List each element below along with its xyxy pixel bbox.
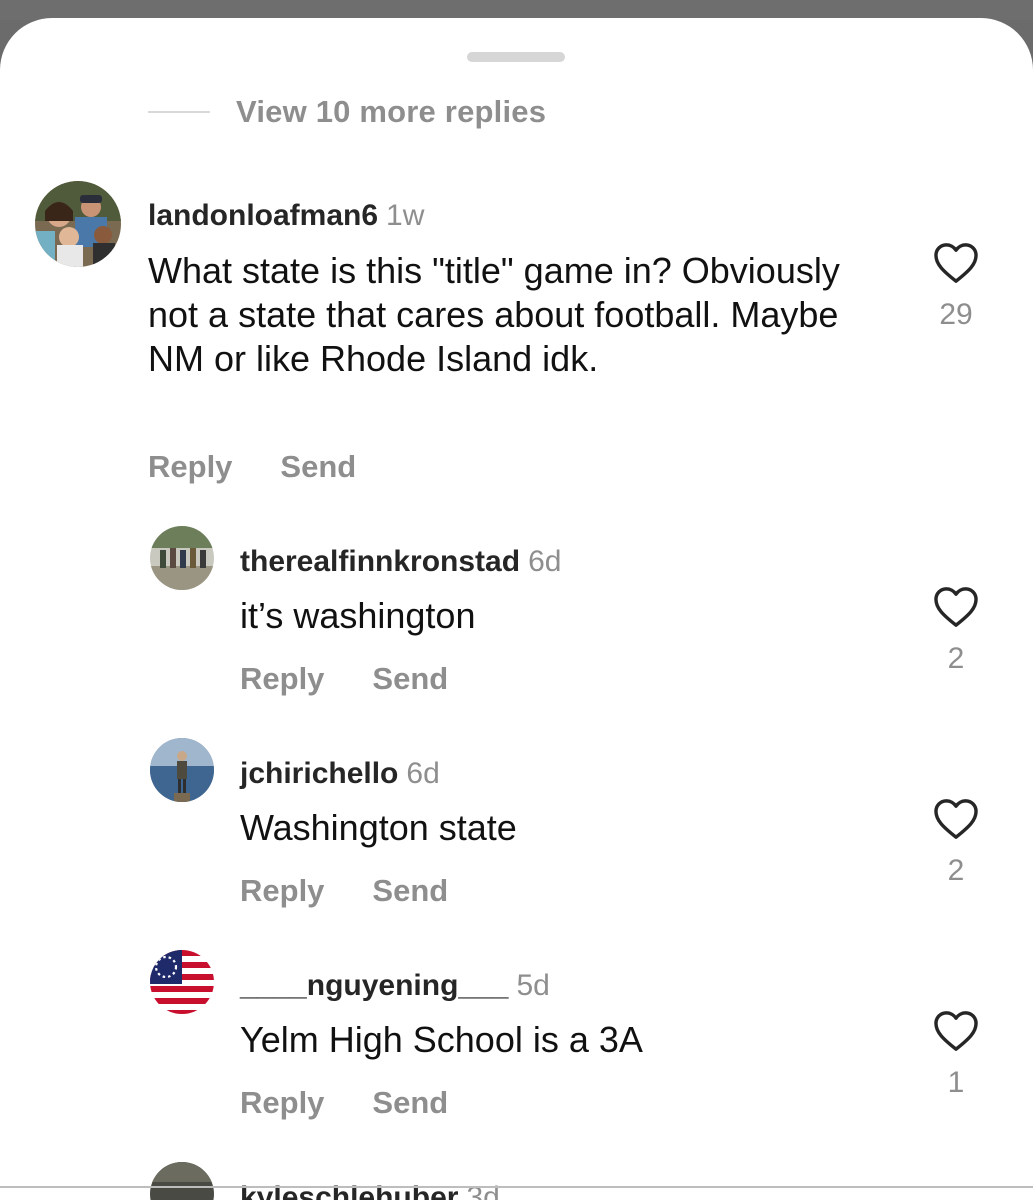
like-count: 2 xyxy=(947,854,965,887)
avatar-family-photo-icon xyxy=(35,181,121,267)
reply-button[interactable]: Reply xyxy=(240,873,324,909)
username[interactable]: landonloafman6 xyxy=(148,199,378,232)
send-button[interactable]: Send xyxy=(280,449,356,485)
reply-button[interactable]: Reply xyxy=(240,661,324,697)
like-control: 2 xyxy=(926,586,986,676)
heart-icon[interactable] xyxy=(933,1010,979,1052)
like-control: 1 xyxy=(926,1010,986,1100)
timestamp: 5d xyxy=(516,969,550,1002)
username[interactable]: therealfinnkronstad xyxy=(240,545,520,578)
thread-line xyxy=(148,111,210,113)
username[interactable]: kyleschlehuber xyxy=(240,1181,458,1200)
send-button[interactable]: Send xyxy=(372,1085,448,1121)
reply-button[interactable]: Reply xyxy=(148,449,232,485)
timestamp: 1w xyxy=(386,199,425,232)
avatar[interactable] xyxy=(150,950,214,1014)
timestamp: 6d xyxy=(528,545,562,578)
avatar-group-photo-icon xyxy=(150,526,214,590)
heart-icon[interactable] xyxy=(933,798,979,840)
avatar-lake-photo-icon xyxy=(150,738,214,802)
reply-button[interactable]: Reply xyxy=(240,1085,324,1121)
view-more-replies[interactable]: View 10 more replies xyxy=(148,92,546,132)
username[interactable]: jchirichello xyxy=(240,757,398,790)
send-button[interactable]: Send xyxy=(372,873,448,909)
like-count: 2 xyxy=(947,642,965,675)
like-count: 1 xyxy=(947,1066,965,1099)
flag-avatar-icon xyxy=(150,950,214,1014)
comment-text: Washington state xyxy=(240,807,517,848)
comment-text: Yelm High School is a 3A xyxy=(240,1019,643,1060)
avatar[interactable] xyxy=(150,1162,214,1200)
send-button[interactable]: Send xyxy=(372,661,448,697)
comment-text: it’s washington xyxy=(240,595,476,636)
sheet-grabber[interactable] xyxy=(467,52,565,62)
avatar[interactable] xyxy=(150,738,214,802)
like-control: 29 xyxy=(926,242,986,332)
avatar-photo-icon xyxy=(150,1162,214,1200)
timestamp: 3d xyxy=(466,1181,500,1200)
heart-icon[interactable] xyxy=(933,586,979,628)
heart-icon[interactable] xyxy=(933,242,979,284)
comment-text: What state is this "title" game in? Obvi… xyxy=(148,250,840,379)
avatar[interactable] xyxy=(35,181,121,267)
status-backdrop xyxy=(0,0,1033,20)
username[interactable]: ____nguyening___ xyxy=(240,969,508,1002)
timestamp: 6d xyxy=(406,757,440,790)
bottom-divider xyxy=(0,1186,1033,1188)
avatar[interactable] xyxy=(150,526,214,590)
like-count: 29 xyxy=(939,298,973,331)
like-control: 2 xyxy=(926,798,986,888)
comments-sheet: View 10 more replies landonloafman6 1w W… xyxy=(0,18,1033,1200)
view-more-replies-label[interactable]: View 10 more replies xyxy=(236,94,546,130)
